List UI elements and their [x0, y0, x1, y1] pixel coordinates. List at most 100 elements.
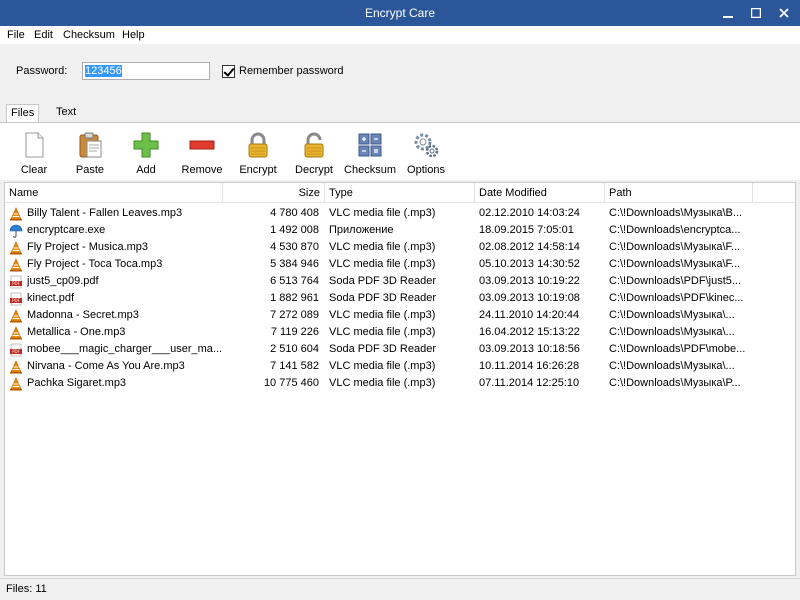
file-size: 4 780 408	[270, 207, 319, 219]
table-row[interactable]: Madonna - Secret.mp3 7 272 089 VLC media f…	[5, 307, 795, 324]
checkbox-checked-icon	[222, 64, 235, 78]
status-bar: Files: 11	[0, 578, 800, 600]
file-list[interactable]: Name Size Type Date Modified Path Billy …	[4, 182, 796, 576]
vlc-icon	[9, 308, 27, 323]
file-type: VLC media file (.mp3)	[329, 326, 436, 338]
tab-files[interactable]: Files	[6, 104, 40, 122]
file-path: C:\!Downloads\Музыка\B...	[609, 207, 743, 219]
calculator-icon	[358, 133, 382, 157]
file-name-cell: Fly Project - Musica.mp3	[5, 239, 223, 256]
file-path: C:\!Downloads\Музыка\...	[609, 309, 735, 321]
file-path: C:\!Downloads\Музыка\F...	[609, 258, 741, 270]
file-name: Billy Talent - Fallen Leaves.mp3	[27, 207, 183, 219]
pdf-icon: PDF	[9, 343, 27, 357]
minimize-button[interactable]	[714, 0, 742, 26]
file-date: 05.10.2013 14:30:52	[479, 258, 580, 270]
toolbar: Clear Paste Add Remove Encrypt Decrypt C…	[0, 122, 800, 180]
lock-open-icon	[304, 132, 324, 158]
options-label: Options	[407, 164, 445, 176]
remove-button[interactable]: Remove	[175, 131, 229, 179]
decrypt-button[interactable]: Decrypt	[287, 131, 341, 179]
file-date: 16.04.2012 15:13:22	[479, 326, 580, 338]
file-name: mobee___magic_charger___user_ma...	[27, 343, 223, 355]
close-icon	[779, 8, 789, 18]
file-date: 02.08.2012 14:58:14	[479, 241, 580, 253]
minus-icon	[189, 140, 215, 150]
maximize-button[interactable]	[742, 0, 770, 26]
column-header-type[interactable]: Type	[325, 183, 475, 203]
file-name: just5_cp09.pdf	[27, 275, 99, 287]
table-row[interactable]: PDF kinect.pdf 1 882 961 Soda PDF 3D Reader…	[5, 290, 795, 307]
file-type: VLC media file (.mp3)	[329, 258, 436, 270]
table-row[interactable]: PDF just5_cp09.pdf 6 513 764 Soda PDF 3D Re…	[5, 273, 795, 290]
table-row[interactable]: Metallica - One.mp3 7 119 226 VLC media fi…	[5, 324, 795, 341]
menu-checksum[interactable]: Checksum	[62, 26, 116, 44]
file-date: 03.09.2013 10:18:56	[479, 343, 580, 355]
minimize-icon	[723, 16, 733, 18]
password-label: Password:	[16, 65, 68, 77]
table-row[interactable]: Billy Talent - Fallen Leaves.mp3 4 780 40…	[5, 205, 795, 222]
file-path: C:\!Downloads\Музыка\F...	[609, 241, 741, 253]
blank-page-icon	[25, 132, 44, 158]
file-name: Nirvana - Come As You Are.mp3	[27, 360, 185, 372]
file-name: Fly Project - Musica.mp3	[27, 241, 149, 253]
file-size: 7 272 089	[270, 309, 319, 321]
clipboard-icon	[79, 132, 102, 158]
close-button[interactable]	[770, 0, 798, 26]
file-name-cell: Nirvana - Come As You Are.mp3	[5, 358, 223, 375]
file-size: 5 384 946	[270, 258, 319, 270]
checksum-button[interactable]: Checksum	[343, 131, 397, 179]
file-type: VLC media file (.mp3)	[329, 207, 436, 219]
file-size: 7 119 226	[270, 326, 319, 338]
checksum-label: Checksum	[344, 164, 396, 176]
maximize-icon	[751, 8, 761, 18]
gear-icon	[414, 133, 439, 158]
password-value: 123456	[85, 65, 122, 77]
file-type: Soda PDF 3D Reader	[329, 292, 436, 304]
table-row[interactable]: Fly Project - Toca Toca.mp3 5 384 946 VLC …	[5, 256, 795, 273]
file-date: 02.12.2010 14:03:24	[479, 207, 580, 219]
file-name: Metallica - One.mp3	[27, 326, 126, 338]
list-header: Name Size Type Date Modified Path	[5, 183, 795, 203]
file-size: 7 141 582	[270, 360, 319, 372]
svg-text:PDF: PDF	[12, 349, 20, 354]
table-row[interactable]: Pachka Sigaret.mp3 10 775 460 VLC media fi…	[5, 375, 795, 392]
tab-text[interactable]: Text	[52, 104, 80, 122]
options-button[interactable]: Options	[399, 131, 453, 179]
svg-text:PDF: PDF	[12, 281, 20, 286]
table-row[interactable]: PDF mobee___magic_charger___user_ma... 2 5…	[5, 341, 795, 358]
file-size: 6 513 764	[270, 275, 319, 287]
file-size: 10 775 460	[263, 377, 319, 389]
password-input[interactable]: 123456	[82, 62, 210, 80]
column-header-name[interactable]: Name	[5, 183, 223, 203]
paste-button[interactable]: Paste	[63, 131, 117, 179]
menu-edit[interactable]: Edit	[33, 26, 54, 44]
vlc-icon	[9, 240, 27, 255]
menu-help[interactable]: Help	[121, 26, 146, 44]
column-header-path[interactable]: Path	[605, 183, 753, 203]
encrypt-label: Encrypt	[239, 164, 277, 176]
column-header-size[interactable]: Size	[223, 183, 325, 203]
file-name-cell: Billy Talent - Fallen Leaves.mp3	[5, 205, 223, 222]
add-button[interactable]: Add	[119, 131, 173, 179]
file-type: Soda PDF 3D Reader	[329, 343, 436, 355]
encrypt-button[interactable]: Encrypt	[231, 131, 285, 179]
file-type: VLC media file (.mp3)	[329, 377, 436, 389]
file-date: 03.09.2013 10:19:22	[479, 275, 580, 287]
file-size: 1 492 008	[270, 224, 319, 236]
lock-closed-icon	[248, 132, 268, 158]
column-header-date[interactable]: Date Modified	[475, 183, 605, 203]
file-name-cell: PDF kinect.pdf	[5, 290, 223, 307]
file-rows: Billy Talent - Fallen Leaves.mp3 4 780 40…	[5, 205, 795, 392]
table-row[interactable]: encryptcare.exe 1 492 008 Приложение 18.09.…	[5, 222, 795, 239]
table-row[interactable]: Fly Project - Musica.mp3 4 530 870 VLC med…	[5, 239, 795, 256]
file-name: kinect.pdf	[27, 292, 75, 304]
menu-bar: File Edit Checksum Help	[0, 26, 800, 44]
table-row[interactable]: Nirvana - Come As You Are.mp3 7 141 582 VL…	[5, 358, 795, 375]
clear-button[interactable]: Clear	[7, 131, 61, 179]
umbrella-icon	[9, 224, 27, 238]
menu-file[interactable]: File	[6, 26, 26, 44]
remember-password-checkbox[interactable]: Remember password	[222, 64, 344, 78]
vlc-icon	[9, 257, 27, 272]
file-path: C:\!Downloads\Музыка\P...	[609, 377, 741, 389]
